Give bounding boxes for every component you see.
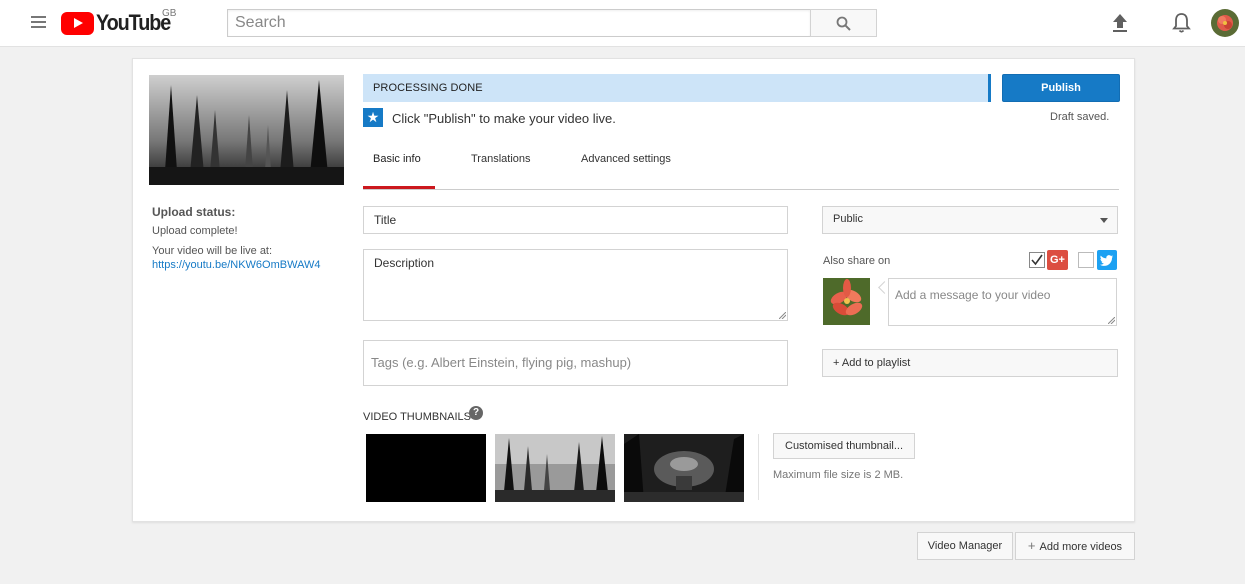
- thumbnail-option-2[interactable]: [495, 434, 615, 502]
- search-icon: [836, 16, 851, 31]
- upload-tabs: Basic info Translations Advanced setting…: [363, 139, 1119, 190]
- chevron-down-icon: [1100, 218, 1108, 223]
- video-manager-button[interactable]: Video Manager: [917, 532, 1013, 560]
- twitter-icon: [1097, 250, 1117, 270]
- logo-text: YouTube: [96, 10, 171, 35]
- menu-icon[interactable]: [31, 16, 46, 28]
- help-icon[interactable]: ?: [469, 406, 483, 420]
- custom-thumbnail-button[interactable]: Customised thumbnail...: [773, 433, 915, 459]
- tags-input[interactable]: Tags (e.g. Albert Einstein, flying pig, …: [363, 340, 788, 386]
- video-preview-thumbnail: [149, 75, 344, 185]
- draft-saved-text: Draft saved.: [1050, 111, 1110, 123]
- add-more-videos-button[interactable]: + Add more videos: [1015, 532, 1135, 560]
- publish-button[interactable]: Publish: [1002, 74, 1120, 102]
- masthead: YouTube GB Search: [0, 0, 1245, 47]
- twitter-share-checkbox[interactable]: [1078, 252, 1094, 268]
- description-placeholder: Description: [374, 256, 435, 270]
- description-textarea[interactable]: Description: [363, 249, 788, 321]
- notifications-bell-icon[interactable]: [1172, 12, 1191, 34]
- max-file-size-note: Maximum file size is 2 MB.: [773, 469, 904, 481]
- thumbnail-option-1[interactable]: [366, 434, 486, 502]
- add-to-playlist-button[interactable]: + Add to playlist: [822, 349, 1118, 377]
- checkmark-icon: [1031, 254, 1043, 266]
- processing-status-bar: PROCESSING DONE: [363, 74, 991, 102]
- share-message-placeholder: Add a message to your video: [895, 288, 1051, 302]
- upload-status-title: Upload status:: [152, 205, 236, 219]
- privacy-select[interactable]: Public: [822, 206, 1118, 234]
- tab-basic-info[interactable]: Basic info: [373, 153, 421, 165]
- active-tab-indicator: [363, 186, 435, 189]
- live-at-label: Your video will be live at:: [152, 245, 273, 257]
- star-icon: ★: [363, 108, 383, 127]
- video-thumbnails-label: VIDEO THUMBNAILS: [363, 411, 471, 423]
- search-button[interactable]: [810, 9, 877, 37]
- thumbnail-option-3[interactable]: [624, 434, 744, 502]
- title-input[interactable]: Title: [363, 206, 788, 234]
- upload-complete-text: Upload complete!: [152, 225, 238, 237]
- add-more-videos-label: Add more videos: [1039, 541, 1123, 553]
- country-code: GB: [162, 8, 177, 19]
- resize-handle-icon[interactable]: [779, 312, 786, 319]
- account-avatar[interactable]: [1211, 9, 1239, 37]
- publish-hint-text: Click "Publish" to make your video live.: [392, 111, 616, 126]
- also-share-label: Also share on: [823, 255, 891, 267]
- share-message-textarea[interactable]: Add a message to your video: [888, 278, 1117, 326]
- thumbnails-divider: [758, 434, 759, 500]
- upload-card: Upload status: Upload complete! Your vid…: [132, 58, 1135, 522]
- processing-status-text: PROCESSING DONE: [373, 82, 483, 94]
- youtube-play-icon: [61, 11, 94, 35]
- resize-handle-icon[interactable]: [1108, 317, 1115, 324]
- tab-advanced-settings[interactable]: Advanced settings: [581, 153, 671, 165]
- search-input[interactable]: Search: [227, 9, 811, 37]
- upload-icon[interactable]: [1111, 13, 1129, 33]
- privacy-value: Public: [833, 213, 863, 225]
- youtube-logo[interactable]: YouTube: [61, 10, 178, 35]
- share-avatar: [823, 278, 870, 325]
- gplus-share-checkbox[interactable]: [1029, 252, 1045, 268]
- plus-icon: +: [1027, 538, 1036, 553]
- video-url-link[interactable]: https://youtu.be/NKW6OmBWAW4: [152, 259, 321, 271]
- tab-translations[interactable]: Translations: [471, 153, 531, 165]
- google-plus-icon: G+: [1047, 250, 1068, 270]
